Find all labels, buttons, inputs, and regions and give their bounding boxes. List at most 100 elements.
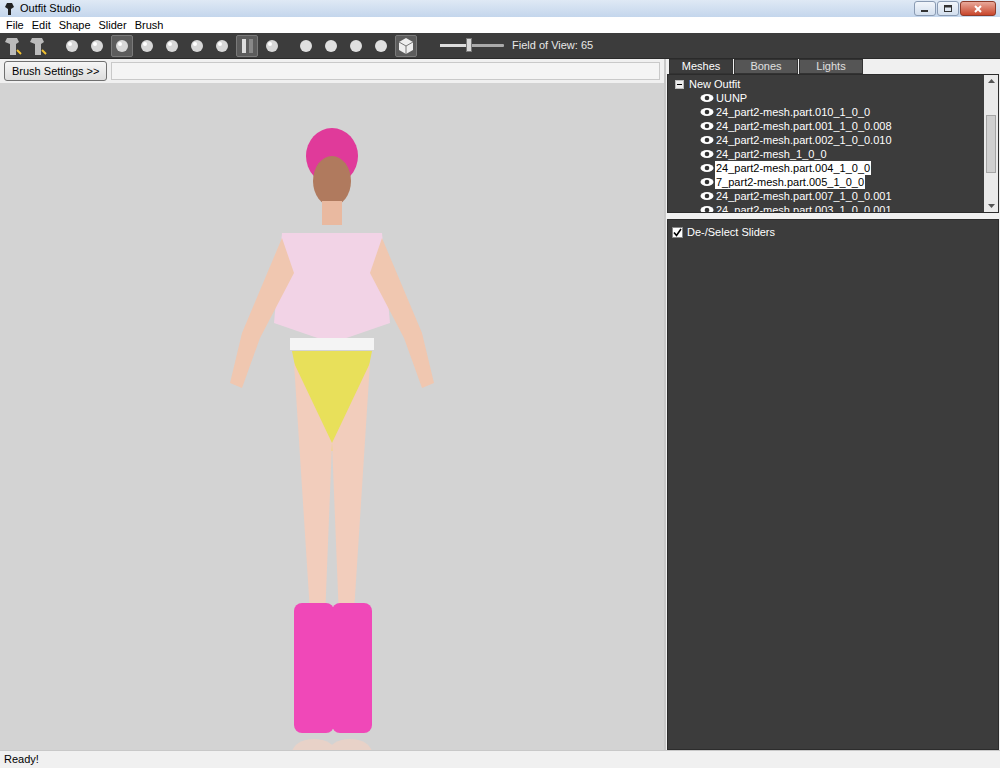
eye-icon[interactable] — [700, 149, 714, 159]
sliders-toggle[interactable]: De-/Select Sliders — [668, 220, 998, 245]
tool-button[interactable] — [370, 35, 392, 57]
minimize-icon — [920, 5, 930, 13]
mesh-item[interactable]: 24_part2-mesh.part.001_1_0_0.008 — [668, 119, 984, 133]
tool-button[interactable] — [161, 35, 183, 57]
window-controls — [914, 1, 996, 16]
fov-slider-thumb[interactable] — [466, 38, 472, 52]
menu-item[interactable]: Edit — [28, 18, 55, 33]
left-pane: Brush Settings >> — [0, 59, 666, 750]
mesh-item-label: 24_part2-mesh.part.002_1_0_0.010 — [715, 133, 893, 147]
brush-icon — [263, 36, 281, 56]
brush-icon — [88, 36, 106, 56]
eye-icon[interactable] — [700, 163, 714, 173]
minimize-button[interactable] — [914, 1, 936, 16]
brush-settings-button[interactable]: Brush Settings >> — [4, 61, 107, 81]
menu-item[interactable]: Brush — [131, 18, 168, 33]
title-bar: Outfit Studio — [0, 0, 1000, 17]
sliders-checkbox[interactable] — [672, 227, 683, 238]
eye-icon[interactable] — [700, 135, 714, 145]
tool-button[interactable] — [136, 35, 158, 57]
maximize-icon — [943, 5, 953, 13]
tool-button[interactable] — [61, 35, 83, 57]
mesh-item-label: 24_part2-mesh.part.010_1_0_0 — [715, 105, 871, 119]
panel-tabs: MeshesBonesLights — [666, 59, 1000, 74]
tool-button[interactable] — [86, 35, 108, 57]
cube-icon — [397, 36, 415, 56]
panel-tab[interactable]: Bones — [734, 59, 798, 74]
sliders-label: De-/Select Sliders — [687, 224, 775, 241]
menu-item[interactable]: Shape — [55, 18, 95, 33]
maximize-button[interactable] — [937, 1, 959, 16]
eye-icon[interactable] — [700, 121, 714, 131]
tree-root[interactable]: New Outfit — [668, 77, 984, 91]
menu-item[interactable]: Slider — [95, 18, 131, 33]
expander-button[interactable] — [675, 80, 684, 89]
viewport[interactable] — [0, 83, 664, 750]
tool-button[interactable] — [395, 35, 417, 57]
mesh-item[interactable]: 24_part2-mesh.part.003_1_0_0.001 — [668, 203, 984, 212]
mesh-tree: New OutfitUUNP24_part2-mesh.part.010_1_0… — [667, 74, 999, 213]
tool-button[interactable] — [2, 35, 24, 57]
scroll-down-button[interactable] — [984, 200, 998, 212]
tool-button[interactable] — [111, 35, 133, 57]
mesh-item-label: 24_part2-mesh_1_0_0 — [715, 147, 828, 161]
tool-button[interactable] — [295, 35, 317, 57]
mesh-item[interactable]: 24_part2-mesh.part.007_1_0_0.001 — [668, 189, 984, 203]
tool-button[interactable] — [261, 35, 283, 57]
tree-scrollbar[interactable] — [984, 75, 998, 212]
mesh-item[interactable]: 24_part2-mesh.part.004_1_0_0 — [668, 161, 984, 175]
mesh-item[interactable]: 24_part2-mesh_1_0_0 — [668, 147, 984, 161]
mode-icon — [29, 36, 47, 56]
brush-icon — [213, 36, 231, 56]
brush-size-icon — [372, 36, 390, 56]
mesh-item-label: UUNP — [715, 91, 748, 105]
character-model — [182, 83, 482, 750]
brush-icon — [163, 36, 181, 56]
tool-button[interactable] — [320, 35, 342, 57]
scroll-up-button[interactable] — [984, 75, 998, 87]
tool-button[interactable] — [27, 35, 49, 57]
mesh-item[interactable]: UUNP — [668, 91, 984, 105]
scroll-thumb[interactable] — [986, 115, 996, 173]
app-logo-icon — [4, 2, 16, 16]
eye-icon[interactable] — [700, 205, 714, 212]
arrow-down-icon — [988, 204, 995, 208]
tool-button[interactable] — [345, 35, 367, 57]
mesh-item-label: 24_part2-mesh.part.004_1_0_0 — [715, 161, 871, 175]
collapse-icon — [676, 81, 683, 88]
mode-icon — [4, 36, 22, 56]
eye-icon[interactable] — [700, 177, 714, 187]
check-icon — [673, 228, 682, 237]
slider-panel: De-/Select Sliders — [667, 219, 999, 750]
close-icon — [973, 5, 983, 13]
panel-tab[interactable]: Meshes — [669, 59, 733, 74]
eye-icon[interactable] — [700, 107, 714, 117]
brush-bar: Brush Settings >> — [0, 59, 664, 83]
main-area: Brush Settings >>MeshesBonesLightsNew Ou… — [0, 59, 1000, 750]
close-button[interactable] — [960, 1, 996, 16]
fov-label: Field of View: 65 — [512, 37, 593, 54]
mesh-list: New OutfitUUNP24_part2-mesh.part.010_1_0… — [668, 75, 984, 212]
toolbar: Field of View: 65 — [0, 33, 1000, 59]
mesh-item[interactable]: 24_part2-mesh.part.010_1_0_0 — [668, 105, 984, 119]
tool-button[interactable] — [236, 35, 258, 57]
brush-size-icon — [297, 36, 315, 56]
mesh-item[interactable]: 24_part2-mesh.part.002_1_0_0.010 — [668, 133, 984, 147]
brush-icon — [188, 36, 206, 56]
fov-slider[interactable] — [440, 44, 504, 47]
outfit-studio-window: Outfit StudioFileEditShapeSliderBrush Fie… — [0, 0, 1000, 768]
mirror-icon — [238, 36, 256, 56]
eye-icon[interactable] — [700, 93, 714, 103]
menu-item[interactable]: File — [2, 18, 28, 33]
mesh-item[interactable]: 7_part2-mesh.part.005_1_0_0 — [668, 175, 984, 189]
tool-button[interactable] — [186, 35, 208, 57]
status-text: Ready! — [4, 751, 39, 768]
tool-button[interactable] — [211, 35, 233, 57]
fov-slider-fill — [440, 44, 469, 47]
mesh-item-label: 24_part2-mesh.part.001_1_0_0.008 — [715, 119, 893, 133]
mesh-item-label: 24_part2-mesh.part.007_1_0_0.001 — [715, 189, 893, 203]
brush-settings-strip — [111, 62, 660, 80]
mesh-item-label: 7_part2-mesh.part.005_1_0_0 — [715, 175, 865, 189]
panel-tab[interactable]: Lights — [799, 59, 863, 74]
eye-icon[interactable] — [700, 191, 714, 201]
